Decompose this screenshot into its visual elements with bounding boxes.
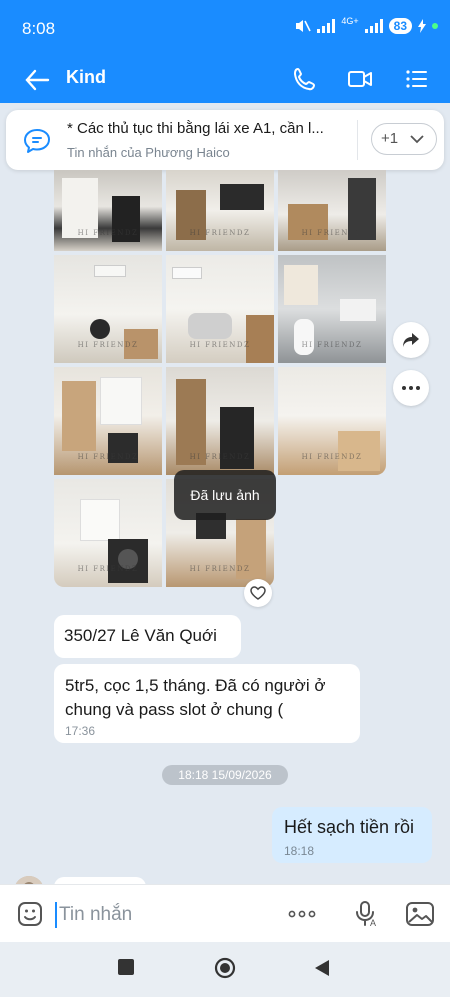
divider [357, 120, 358, 160]
photo-thumbnail[interactable]: HI FRIENDZ [54, 367, 162, 475]
signal-icon [317, 19, 336, 33]
watermark: HI FRIENDZ [189, 341, 251, 349]
watermark: HI FRIENDZ [301, 453, 363, 461]
message-text: 5tr5, cọc 1,5 tháng. Đã có người ở chung… [65, 676, 326, 719]
phone-icon[interactable] [291, 65, 319, 93]
recents-icon[interactable] [118, 959, 134, 975]
system-nav-bar [0, 942, 450, 997]
status-time: 8:08 [22, 19, 56, 38]
watermark: HI FRIENDZ [189, 453, 251, 461]
more-dots-icon [402, 386, 420, 390]
photo-thumbnail[interactable]: HI FRIENDZ [54, 479, 162, 587]
date-separator: 18:18 15/09/2026 [162, 765, 288, 785]
back-icon[interactable] [314, 959, 330, 977]
signal-icon-2 [364, 19, 383, 33]
emoji-icon[interactable] [16, 900, 44, 928]
status-icons: 4G+ 83 [293, 16, 438, 34]
mute-icon [296, 20, 312, 32]
chat-header: Kind [0, 55, 450, 103]
home-icon[interactable] [214, 957, 236, 979]
forward-arrow-icon [403, 333, 419, 347]
my-message-bubble[interactable]: Hết sạch tiền rồi 18:18 [272, 807, 432, 863]
menu-list-icon[interactable] [403, 65, 431, 93]
video-call-icon[interactable] [346, 65, 374, 93]
react-heart-button[interactable] [244, 579, 272, 607]
notification-dot [432, 23, 438, 29]
photo-thumbnail[interactable]: HI FRIENDZ [166, 255, 274, 363]
photo-thumbnail[interactable]: HI FRIENDZ [166, 170, 274, 251]
more-options-button[interactable] [393, 370, 429, 406]
watermark: HI FRIENDZ [77, 341, 139, 349]
voice-text-mic-icon[interactable]: A [350, 900, 380, 928]
message-input-bar: Tin nhắn A [0, 884, 450, 942]
chevron-down-icon [410, 135, 424, 144]
back-arrow-icon[interactable] [24, 65, 50, 95]
charging-icon [418, 19, 426, 33]
pinned-message[interactable]: * Các thủ tục thi bằng lái xe A1, cần l.… [6, 110, 444, 170]
photo-thumbnail[interactable]: HI FRIENDZ [54, 255, 162, 363]
photo-thumbnail[interactable]: HI FRIENDZ [54, 170, 162, 251]
watermark: HI FRIENDZ [77, 453, 139, 461]
watermark: HI FRIENDZ [189, 229, 251, 237]
chat-title[interactable]: Kind [66, 67, 106, 88]
watermark: HI FRIENDZ [189, 565, 251, 573]
heart-icon [250, 586, 266, 600]
watermark: HI FRIENDZ [77, 229, 139, 237]
forward-button[interactable] [393, 322, 429, 358]
saved-toast: Đã lưu ảnh [174, 470, 276, 520]
pinned-more-count: +1 [381, 130, 399, 147]
watermark: HI FRIENDZ [77, 565, 139, 573]
more-dots-icon[interactable] [287, 900, 317, 928]
photo-thumbnail[interactable]: HI FRIENDZ [278, 255, 386, 363]
pinned-more-button[interactable]: +1 [371, 123, 437, 155]
watermark: HI FRIENDZ [301, 341, 363, 349]
photo-thumbnail[interactable]: HI FRIENDZ [166, 367, 274, 475]
message-bubble[interactable]: 5tr5, cọc 1,5 tháng. Đã có người ở chung… [54, 664, 360, 743]
image-gallery-icon[interactable] [405, 900, 435, 928]
message-text: Hết sạch tiền rồi [284, 817, 415, 837]
message-time: 18:18 [284, 844, 315, 858]
battery-level: 83 [388, 18, 412, 34]
svg-text:A: A [370, 918, 376, 928]
message-text: 350/27 Lê Văn Quới [64, 626, 217, 645]
watermark: HI FRIENDZ [301, 229, 363, 237]
message-time: 17:36 [65, 724, 96, 738]
chat-bubble-icon [24, 129, 50, 153]
photo-thumbnail[interactable]: HI FRIENDZ [278, 170, 386, 251]
message-bubble[interactable]: 350/27 Lê Văn Quới [54, 615, 241, 658]
photo-thumbnail[interactable]: HI FRIENDZ [278, 367, 386, 475]
pinned-message-text: * Các thủ tục thi bằng lái xe A1, cần l.… [67, 120, 324, 137]
network-type: 4G+ [341, 16, 359, 26]
status-bar: 8:08 4G+ 83 [0, 0, 450, 55]
pinned-message-sender: Tin nhắn của Phương Haico [67, 145, 230, 160]
message-input[interactable]: Tin nhắn [55, 902, 265, 928]
